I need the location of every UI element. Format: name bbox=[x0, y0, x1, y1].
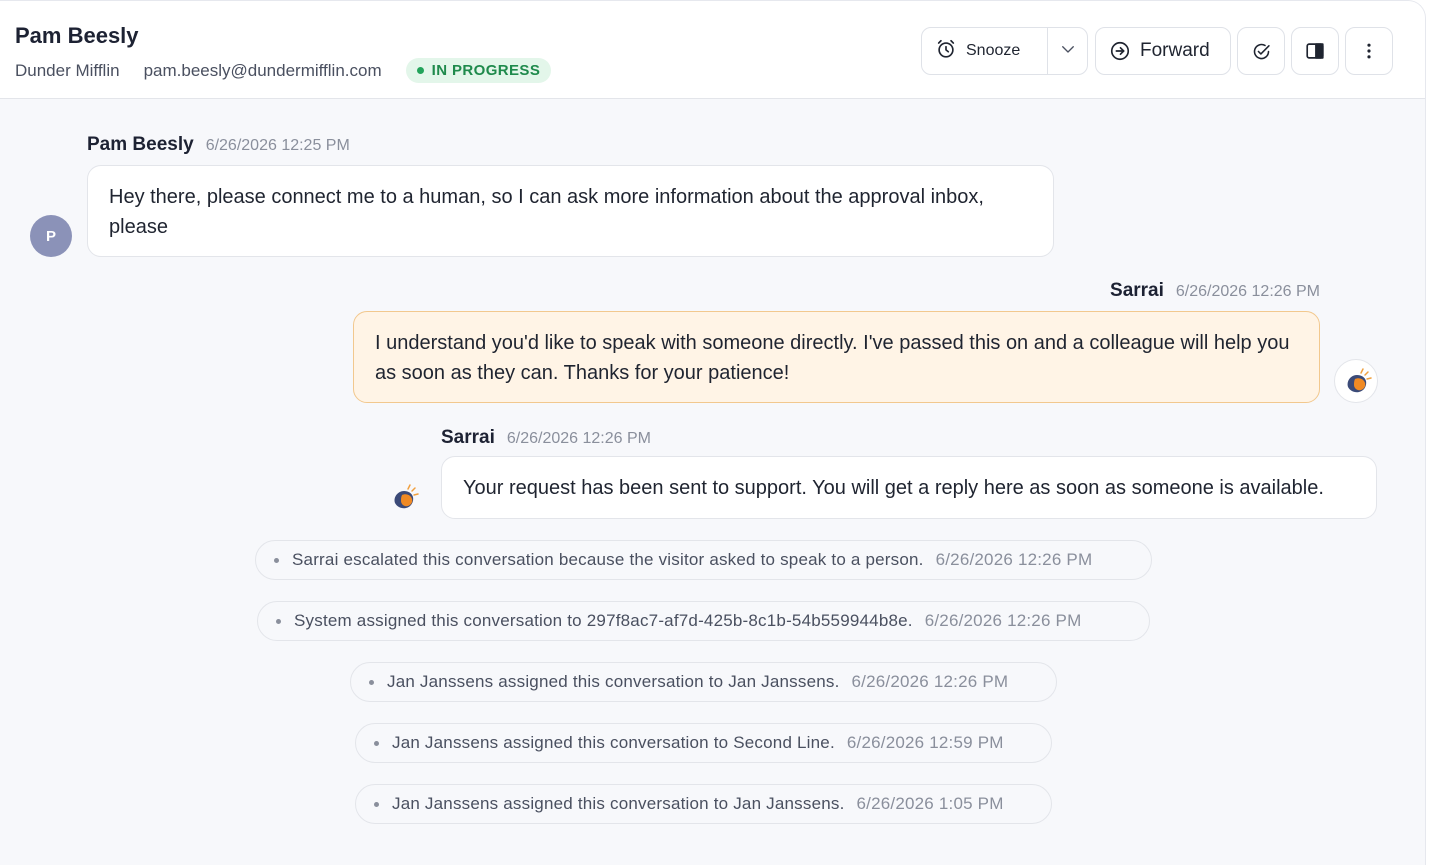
contact-company: Dunder Mifflin bbox=[15, 60, 120, 80]
conversation-toolbar: Snooze Forward bbox=[921, 27, 1393, 75]
message-meta: Pam Beesly 6/26/2026 12:25 PM bbox=[87, 134, 350, 156]
message-time: 6/26/2026 12:26 PM bbox=[506, 430, 651, 447]
event-time: 6/26/2026 12:26 PM bbox=[851, 672, 1009, 691]
status-dot bbox=[416, 67, 424, 74]
message-bubble: Your request has been sent to support. Y… bbox=[441, 456, 1377, 519]
snooze-button[interactable]: Snooze bbox=[922, 28, 1048, 74]
avatar: P bbox=[30, 215, 72, 257]
alarm-clock-icon bbox=[935, 38, 957, 65]
event-time: 6/26/2026 12:26 PM bbox=[935, 550, 1093, 569]
activity-event: Sarrai escalated this conversation becau… bbox=[255, 540, 1152, 580]
event-text: Sarrai escalated this conversation becau… bbox=[292, 550, 924, 569]
message-text: Your request has been sent to support. Y… bbox=[463, 477, 1324, 499]
message-author: Pam Beesly bbox=[87, 134, 194, 155]
message-meta: Sarrai 6/26/2026 12:26 PM bbox=[441, 427, 651, 449]
forward-label: Forward bbox=[1140, 40, 1210, 61]
message-author: Sarrai bbox=[1110, 280, 1164, 301]
message-bubble: Hey there, please connect me to a human,… bbox=[87, 165, 1054, 257]
message-time: 6/26/2026 12:26 PM bbox=[1175, 283, 1320, 300]
toggle-sidebar-button[interactable] bbox=[1291, 27, 1339, 75]
contact-meta: Dunder Mifflin pam.beesly@dundermifflin.… bbox=[15, 58, 552, 83]
event-time: 6/26/2026 12:26 PM bbox=[924, 611, 1082, 630]
contact-name: Pam Beesly bbox=[15, 23, 139, 48]
status-badge: IN PROGRESS bbox=[405, 58, 552, 83]
message-bubble-ai: I understand you'd like to speak with so… bbox=[353, 311, 1320, 403]
resolve-button[interactable] bbox=[1237, 27, 1285, 75]
more-vertical-icon bbox=[1359, 41, 1379, 61]
activity-event: System assigned this conversation to 297… bbox=[257, 601, 1150, 641]
activity-event: Jan Janssens assigned this conversation … bbox=[355, 723, 1052, 763]
event-time: 6/26/2026 12:59 PM bbox=[846, 733, 1004, 752]
arrow-right-circle-icon bbox=[1109, 40, 1131, 62]
message-author: Sarrai bbox=[441, 427, 495, 448]
check-circle-icon bbox=[1251, 41, 1272, 62]
event-text: System assigned this conversation to 297… bbox=[294, 611, 913, 630]
bot-avatar-icon bbox=[382, 476, 426, 520]
event-text: Jan Janssens assigned this conversation … bbox=[387, 672, 840, 691]
event-dot bbox=[374, 801, 379, 807]
event-time: 6/26/2026 1:05 PM bbox=[856, 794, 1004, 813]
message-text: I understand you'd like to speak with so… bbox=[375, 332, 1290, 384]
message-meta: Sarrai 6/26/2026 12:26 PM bbox=[1110, 280, 1320, 302]
more-options-button[interactable] bbox=[1345, 27, 1393, 75]
event-dot bbox=[276, 618, 281, 624]
activity-event: Jan Janssens assigned this conversation … bbox=[350, 662, 1057, 702]
panel-right-icon bbox=[1304, 40, 1326, 62]
snooze-split-button: Snooze bbox=[921, 27, 1088, 75]
bot-avatar-icon bbox=[1334, 359, 1378, 403]
snooze-label: Snooze bbox=[966, 42, 1021, 59]
chevron-down-icon bbox=[1059, 40, 1077, 63]
event-text: Jan Janssens assigned this conversation … bbox=[392, 794, 845, 813]
message-text: Hey there, please connect me to a human,… bbox=[109, 186, 984, 238]
avatar-initial: P bbox=[45, 227, 56, 245]
forward-button[interactable]: Forward bbox=[1095, 27, 1231, 75]
contact-email[interactable]: pam.beesly@dundermifflin.com bbox=[144, 61, 382, 81]
event-dot bbox=[374, 740, 379, 746]
activity-event: Jan Janssens assigned this conversation … bbox=[355, 784, 1052, 824]
event-dot bbox=[369, 679, 374, 685]
snooze-options-button[interactable] bbox=[1048, 28, 1087, 74]
conversation-panel: Pam Beesly Dunder Mifflin pam.beesly@dun… bbox=[0, 0, 1426, 865]
status-label: IN PROGRESS bbox=[431, 62, 541, 79]
event-dot bbox=[274, 557, 279, 563]
event-text: Jan Janssens assigned this conversation … bbox=[392, 733, 835, 752]
message-time: 6/26/2026 12:25 PM bbox=[205, 137, 350, 154]
conversation-header: Pam Beesly Dunder Mifflin pam.beesly@dun… bbox=[0, 1, 1425, 99]
